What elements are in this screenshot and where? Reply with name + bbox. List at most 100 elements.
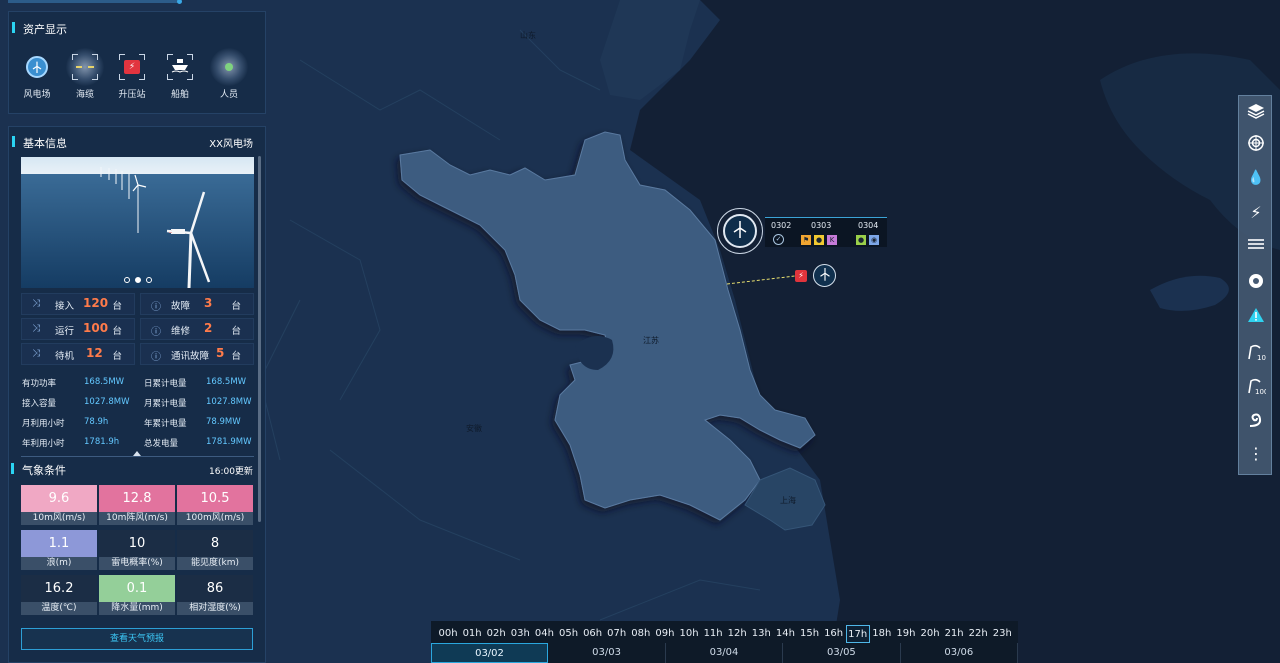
stat-maintenance: ⓘ 维修 2 台: [140, 318, 254, 340]
cable-icon: [76, 66, 94, 68]
hour-tab[interactable]: 09h: [653, 625, 677, 643]
date-tab[interactable]: 03/06: [901, 643, 1018, 663]
hour-tab[interactable]: 05h: [557, 625, 581, 643]
carousel-dot[interactable]: [146, 277, 152, 283]
info-label: 总发电量: [144, 439, 179, 449]
wind-chip-icon: ⚑: [801, 235, 811, 245]
tool-lightning[interactable]: ⚡: [1239, 197, 1273, 227]
stat-unit: 台: [231, 301, 241, 312]
weather-label: 雷电概率(%): [99, 557, 175, 570]
weather-value: 1.1: [21, 530, 97, 557]
hour-tab[interactable]: 04h: [532, 625, 556, 643]
tool-rain[interactable]: 💧: [1239, 163, 1273, 193]
tool-layers[interactable]: [1239, 98, 1273, 128]
weather-label: 相对湿度(%): [177, 602, 253, 615]
info-value: 168.5MW: [84, 377, 125, 387]
hour-tab[interactable]: 22h: [966, 625, 990, 643]
weather-value: 86: [177, 575, 253, 602]
date-tab[interactable]: 03/04: [666, 643, 784, 663]
wind-farm-marker[interactable]: [717, 208, 763, 254]
stat-value: 120: [83, 296, 109, 310]
panel-scrollbar[interactable]: [258, 156, 261, 522]
stat-row: ⤨ 待机 12 台 ⓘ 通讯故障 5 台: [21, 343, 254, 365]
tool-wind-100m[interactable]: 100: [1239, 373, 1273, 403]
weather-forecast-button[interactable]: 查看天气预报: [21, 628, 253, 650]
asset-personnel[interactable]: 人员: [209, 48, 249, 100]
tool-radar[interactable]: [1239, 130, 1273, 160]
map-label: 山东: [520, 31, 536, 40]
weather-cell: 10.5 100m风(m/s): [177, 485, 253, 525]
date-tab[interactable]: 03/03: [548, 643, 666, 663]
hour-tab[interactable]: 03h: [508, 625, 532, 643]
weather-value: 10: [99, 530, 175, 557]
hour-tab[interactable]: 16h: [822, 625, 846, 643]
hour-tab[interactable]: 15h: [798, 625, 822, 643]
hour-tab[interactable]: 19h: [894, 625, 918, 643]
hour-tab[interactable]: 07h: [605, 625, 629, 643]
info-value: 1027.8MW: [84, 397, 130, 407]
shuffle-icon: ⤨: [32, 298, 40, 309]
asset-ship[interactable]: 船舶: [160, 52, 200, 100]
weather-label: 10m阵风(m/s): [99, 512, 175, 525]
hour-tab[interactable]: 08h: [629, 625, 653, 643]
hour-tab[interactable]: 02h: [484, 625, 508, 643]
carousel-dot[interactable]: [124, 277, 130, 283]
tool-more[interactable]: ⋮: [1239, 439, 1273, 469]
tool-warning[interactable]: [1239, 302, 1273, 332]
tool-wind-10m[interactable]: 10: [1239, 339, 1273, 369]
typhoon-icon: [1247, 272, 1265, 294]
hour-tab[interactable]: 21h: [942, 625, 966, 643]
wind-turbine-icon: [819, 266, 831, 285]
stat-row: ⤨ 运行 100 台 ⓘ 维修 2 台: [21, 318, 254, 340]
substation-marker[interactable]: ⚡: [795, 270, 807, 282]
stat-connected: ⤨ 接入 120 台: [21, 293, 135, 315]
weather-label: 10m风(m/s): [21, 512, 97, 525]
asset-panel-title: 资产显示: [12, 22, 67, 36]
tool-typhoon[interactable]: [1239, 268, 1273, 298]
tool-wave[interactable]: [1239, 407, 1273, 437]
info-value: 1027.8MW: [206, 397, 252, 407]
wind-10-icon: 10: [1246, 343, 1266, 365]
hour-tab[interactable]: 13h: [749, 625, 773, 643]
top-progress-line: [8, 0, 182, 4]
asset-wind-farm[interactable]: 风电场: [17, 52, 57, 100]
info-label: 日累计电量: [144, 379, 187, 389]
asset-label: 风电场: [23, 90, 51, 100]
hour-tab[interactable]: 01h: [460, 625, 484, 643]
hour-tab[interactable]: 11h: [701, 625, 725, 643]
hour-tab[interactable]: 06h: [581, 625, 605, 643]
hour-tab[interactable]: 00h: [436, 625, 460, 643]
weather-label: 能见度(km): [177, 557, 253, 570]
date-tab-active[interactable]: 03/02: [431, 643, 548, 663]
wave-icon: [1247, 411, 1265, 433]
substation-icon: ⚡: [124, 60, 140, 74]
asset-cable[interactable]: 海缆: [65, 48, 105, 100]
tool-fog[interactable]: [1239, 231, 1273, 261]
date-tab[interactable]: 03/05: [783, 643, 901, 663]
turbine-marker[interactable]: [813, 264, 836, 287]
weather-value: 10.5: [177, 485, 253, 512]
weather-cell: 8 能见度(km): [177, 530, 253, 570]
hour-tab[interactable]: 12h: [725, 625, 749, 643]
info-label: 接入容量: [22, 399, 57, 409]
wind-turbine-icon: [26, 56, 48, 78]
hour-tab[interactable]: 18h: [870, 625, 894, 643]
shuffle-icon: ⤨: [32, 323, 40, 334]
hour-tab[interactable]: 23h: [990, 625, 1014, 643]
timeline: 00h 01h 02h 03h 04h 05h 06h 07h 08h 09h 10h 11h 12h 1…: [431, 621, 1018, 663]
basic-info-title: 基本信息: [12, 136, 67, 150]
stat-unit: 台: [231, 351, 241, 362]
hour-tab[interactable]: 20h: [918, 625, 942, 643]
hour-tab[interactable]: 10h: [677, 625, 701, 643]
map-toolbar: 💧 ⚡ 10 100 ⋮: [1238, 95, 1272, 475]
carousel-dot-active[interactable]: [135, 277, 141, 283]
section-divider: [21, 456, 254, 457]
info-icon: ⓘ: [151, 327, 161, 338]
weather-cell: 9.6 10m风(m/s): [21, 485, 97, 525]
warning-icon: [1247, 307, 1265, 327]
asset-substation[interactable]: ⚡ 升压站: [112, 52, 152, 100]
hour-tab-active[interactable]: 17h: [845, 625, 870, 643]
hour-tab[interactable]: 14h: [773, 625, 797, 643]
stat-unit: 台: [231, 326, 241, 337]
layers-icon: [1247, 102, 1265, 124]
